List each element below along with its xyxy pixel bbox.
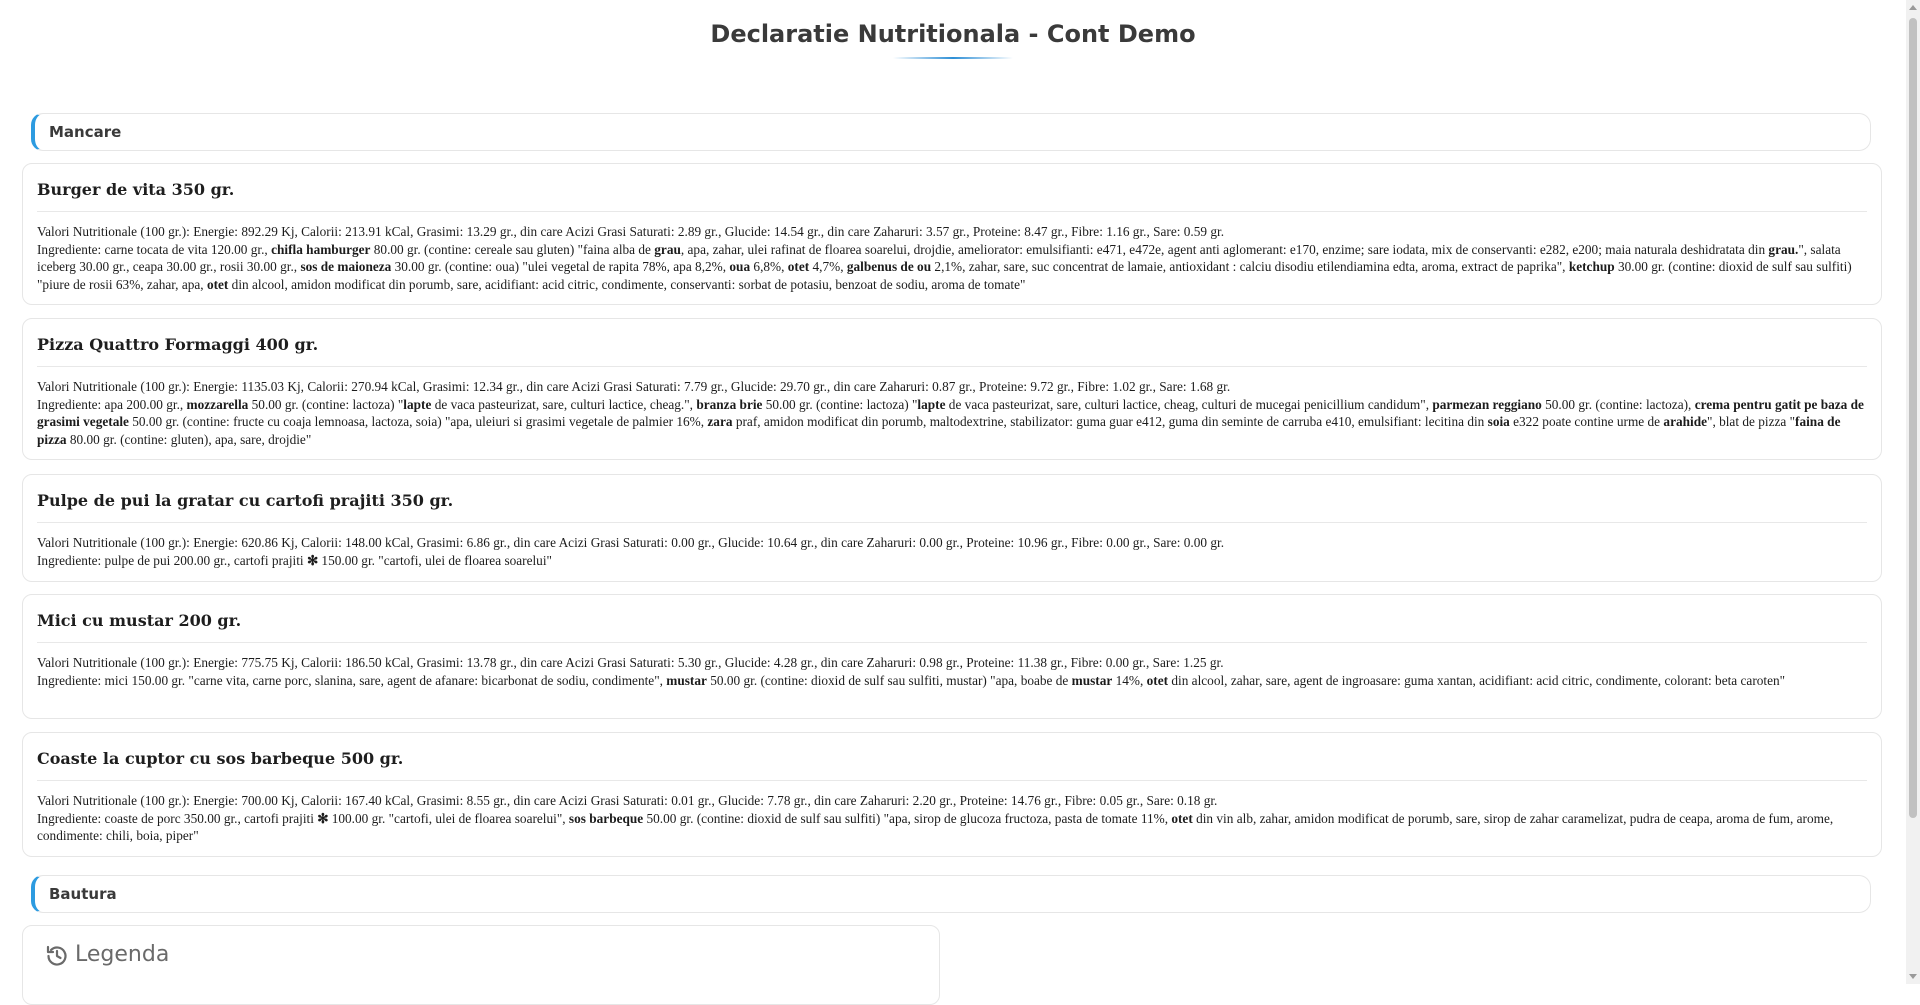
allergen-highlight: otet (206, 276, 229, 292)
legend-card: Legenda (22, 925, 940, 1005)
ingredients-list: Ingrediente: apa 200.00 gr., mozzarella … (37, 396, 1867, 449)
ingredients-list: Ingrediente: carne tocata de vita 120.00… (37, 241, 1867, 294)
product-title: Coaste la cuptor cu sos barbeque 500 gr. (37, 749, 1867, 781)
allergen-highlight: mustar (666, 672, 707, 688)
allergen-highlight: lapte (403, 396, 432, 412)
allergen-highlight: otet (1146, 672, 1169, 688)
nutrition-values: Valori Nutritionale (100 gr.): Energie: … (37, 793, 1218, 808)
ingredient-text: de vaca pasteurizat, sare, culturi lacti… (431, 396, 697, 412)
nutrition-values: Valori Nutritionale (100 gr.): Energie: … (37, 535, 1225, 550)
allergen-highlight: sos barbeque (568, 810, 644, 826)
ingredient-text: ", blat de pizza " (1707, 414, 1796, 429)
history-icon (45, 942, 69, 974)
ingredient-text: de vaca pasteurizat, sare, culturi lacti… (945, 396, 1433, 412)
nutrition-values: Valori Nutritionale (100 gr.): Energie: … (37, 224, 1225, 239)
ingredients-list: Ingrediente: mici 150.00 gr. "carne vita… (37, 672, 1867, 690)
allergen-highlight: galbenus de ou (846, 259, 932, 274)
product-card: Burger de vita 350 gr. Valori Nutritiona… (22, 163, 1882, 305)
product-card: Pizza Quattro Formaggi 400 gr. Valori Nu… (22, 318, 1882, 460)
ingredient-text: 80.00 gr. (contine: cereale sau gluten) … (370, 241, 655, 257)
ingredient-text: 50.00 gr. (contine: dioxid de sulf sau s… (643, 810, 1172, 826)
ingredient-text: Ingrediente: mici 150.00 gr. "carne vita… (37, 672, 667, 688)
allergen-highlight: ketchup (1568, 259, 1615, 274)
ingredient-text: e322 poate contine urme de (1509, 414, 1664, 429)
product-title: Burger de vita 350 gr. (37, 180, 1867, 212)
ingredient-text: 80.00 gr. (contine: gluten), apa, sare, … (66, 431, 312, 447)
product-title: Pulpe de pui la gratar cu cartofi prajit… (37, 491, 1867, 523)
ingredient-text: 150.00 gr. "cartofi, ulei de floarea soa… (318, 552, 552, 568)
ingredient-text: Ingrediente: apa 200.00 gr., (37, 396, 187, 412)
scroll-down-icon[interactable] (1909, 974, 1917, 979)
ingredient-text: din alcool, zahar, sare, agent de ingroa… (1168, 672, 1786, 688)
section-header-bautura[interactable]: Bautura (31, 875, 1871, 913)
allergen-highlight: oua (729, 259, 751, 274)
allergen-highlight: branza brie (696, 396, 763, 412)
product-card: Mici cu mustar 200 gr. Valori Nutritiona… (22, 594, 1882, 719)
allergen-highlight: arahide (1663, 414, 1708, 429)
section-header-mancare[interactable]: Mancare (31, 113, 1871, 151)
section-label: Mancare (49, 123, 122, 141)
allergen-highlight: chifla hamburger (271, 241, 371, 257)
nutrition-values: Valori Nutritionale (100 gr.): Energie: … (37, 655, 1224, 670)
ingredients-list: Ingrediente: pulpe de pui 200.00 gr., ca… (37, 552, 1867, 570)
scroll-up-icon[interactable] (1909, 5, 1917, 10)
allergen-highlight: grau (654, 241, 681, 257)
allergen-highlight: otet (1171, 810, 1193, 826)
ingredient-text: 6,8%, (750, 259, 788, 274)
page-title: Declaratie Nutritionala - Cont Demo (710, 20, 1196, 48)
product-title: Mici cu mustar 200 gr. (37, 611, 1867, 643)
allergen-highlight: ✻ (317, 810, 329, 826)
ingredient-text: praf, amidon modificat din porumb, malto… (732, 414, 1488, 429)
allergen-highlight: parmezan reggiano (1432, 396, 1542, 412)
ingredient-text: , apa, zahar, ulei rafinat de floarea so… (680, 241, 1769, 257)
product-title: Pizza Quattro Formaggi 400 gr. (37, 335, 1867, 367)
allergen-highlight: mustar (1071, 672, 1113, 688)
ingredient-text: 50.00 gr. (contine: lactoza) " (762, 396, 918, 412)
ingredient-text: 50.00 gr. (contine: fructe cu coaja lemn… (128, 414, 708, 429)
product-card: Coaste la cuptor cu sos barbeque 500 gr.… (22, 732, 1882, 857)
allergen-highlight: lapte (917, 396, 946, 412)
ingredient-text: din alcool, amidon modificat din porumb,… (228, 276, 1026, 292)
ingredient-text: Ingrediente: carne tocata de vita 120.00… (37, 241, 272, 257)
nutrition-values: Valori Nutritionale (100 gr.): Energie: … (37, 379, 1231, 394)
product-card: Pulpe de pui la gratar cu cartofi prajit… (22, 474, 1882, 582)
ingredient-text: 30.00 gr. (contine: oua) "ulei vegetal d… (391, 259, 730, 274)
legend-title: Legenda (75, 942, 170, 967)
scrollbar[interactable] (1906, 0, 1920, 984)
ingredient-text: 50.00 gr. (contine: lactoza), (1541, 396, 1695, 412)
allergen-highlight: otet (787, 259, 810, 274)
allergen-highlight: zara (707, 414, 733, 429)
ingredient-text: Ingrediente: coaste de porc 350.00 gr., … (37, 810, 318, 826)
title-underline (893, 57, 1013, 59)
ingredient-text: 4,7%, (809, 259, 847, 274)
ingredient-text: 2,1%, zahar, sare, suc concentrat de lam… (931, 259, 1569, 274)
scrollbar-thumb[interactable] (1909, 18, 1917, 818)
ingredients-list: Ingrediente: coaste de porc 350.00 gr., … (37, 810, 1867, 845)
ingredient-text: 14%, (1112, 672, 1147, 688)
allergen-highlight: grau. (1768, 241, 1799, 257)
ingredient-text: 50.00 gr. (contine: lactoza) " (248, 396, 404, 412)
section-label: Bautura (49, 885, 117, 903)
allergen-highlight: mozzarella (186, 396, 249, 412)
allergen-highlight: soia (1487, 414, 1510, 429)
allergen-highlight: ✻ (306, 552, 319, 568)
ingredient-text: 50.00 gr. (contine: dioxid de sulf sau s… (706, 672, 1072, 688)
allergen-highlight: sos de maioneza (300, 259, 392, 274)
ingredient-text: Ingrediente: pulpe de pui 200.00 gr., ca… (37, 552, 307, 568)
ingredient-text: 100.00 gr. "cartofi, ulei de floarea soa… (328, 810, 569, 826)
